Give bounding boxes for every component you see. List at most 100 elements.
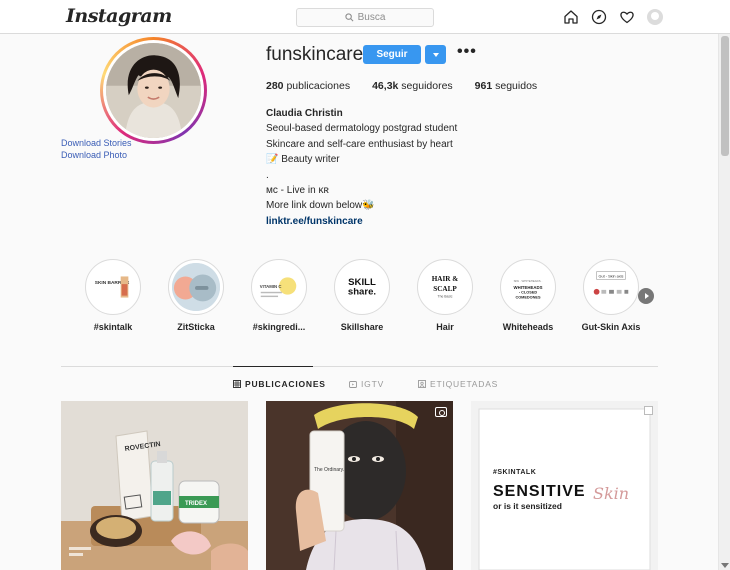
highlight-cover-image [172, 263, 220, 311]
post-thumbnail[interactable]: #SKINTALK SENSITIVE Skin or is it sensit… [471, 401, 658, 570]
home-icon[interactable] [563, 9, 579, 25]
highlight-skillshare[interactable]: SKILL share. Skillshare [322, 259, 402, 332]
grid-icon [233, 380, 241, 388]
top-navigation-bar: Instagram Busca [0, 0, 730, 34]
chevron-down-icon [432, 52, 439, 57]
svg-text:Skin: Skin [593, 484, 629, 503]
bio-line: Skincare and self-care enthusiast by hea… [266, 138, 453, 150]
highlight-cover: SKIN BARRIER [85, 259, 141, 315]
svg-text:VITAMIN C: VITAMIN C [260, 284, 282, 289]
nav-icon-group [563, 9, 663, 25]
highlight-label: ZitSticka [177, 322, 215, 332]
bio-full-name: Claudia Christin [266, 108, 343, 119]
igtv-icon [349, 381, 357, 388]
multi-photo-icon [644, 406, 653, 415]
following-count: 961 [474, 80, 493, 92]
svg-text:SENSITIVE: SENSITIVE [493, 483, 586, 500]
svg-text:TRIDEX: TRIDEX [185, 501, 207, 507]
activity-heart-icon[interactable] [619, 9, 635, 25]
profile-bio: Claudia Christin Seoul-based dermatology… [266, 106, 457, 229]
followers-stat[interactable]: 46,3k seguidores [372, 80, 453, 92]
tab-label: IGTV [361, 379, 385, 389]
explore-compass-icon[interactable] [591, 9, 607, 25]
posts-label: publicaciones [286, 80, 351, 92]
tag-icon [418, 380, 426, 388]
scrollbar-thumb[interactable] [721, 36, 729, 156]
instagram-profile-page: Instagram Busca Download Stories Downloa… [0, 0, 730, 570]
highlight-skintalk[interactable]: SKIN BARRIER #skintalk [73, 259, 153, 332]
download-stories-link[interactable]: Download Stories [61, 138, 132, 150]
post-image-sensitive-skin-card: #SKINTALK SENSITIVE Skin or is it sensit… [471, 401, 658, 570]
svg-text:COMEDONES: COMEDONES [515, 296, 541, 300]
highlight-label: Skillshare [340, 322, 384, 332]
igtv-video-icon [435, 407, 447, 417]
tab-igtv[interactable]: IGTV [349, 379, 384, 389]
post-thumbnail[interactable]: ROVECTIN TRIDEX [61, 401, 248, 570]
download-photo-link[interactable]: Download Photo [61, 150, 132, 162]
svg-text:The Basic: The Basic [438, 295, 453, 299]
search-placeholder: Busca [357, 12, 386, 23]
highlight-hair[interactable]: HAIR & SCALP The Basic Hair [405, 259, 485, 332]
following-stat[interactable]: 961 seguidos [475, 80, 537, 92]
highlight-cover [168, 259, 224, 315]
svg-text:share.: share. [348, 287, 376, 298]
follow-button[interactable]: Seguir [363, 45, 421, 64]
tabs-divider [61, 366, 658, 367]
download-links: Download Stories Download Photo [61, 138, 132, 161]
highlight-cover: Gut - Skin axis [583, 259, 639, 315]
suggested-accounts-dropdown-button[interactable] [425, 45, 446, 64]
bio-line: ᴍᴄ - Live in ᴋʀ [266, 185, 329, 197]
highlight-cover: SKILL share. [334, 259, 390, 315]
highlight-label: Hair [436, 322, 454, 332]
tab-etiquetadas[interactable]: ETIQUETADAS [418, 379, 498, 389]
highlight-cover-image: SKIN BARRIER [95, 276, 130, 298]
highlight-cover-image: Gut - Skin axis [593, 271, 629, 295]
svg-text:WHITEHEADS: WHITEHEADS [514, 285, 543, 290]
svg-text:Gut - Skin axis: Gut - Skin axis [599, 274, 624, 278]
more-options-button[interactable]: ••• [457, 44, 477, 60]
svg-text:- CLOSED: - CLOSED [519, 291, 538, 295]
highlight-label: #skingredi... [252, 322, 306, 332]
followers-label: seguidores [401, 80, 453, 92]
posts-count: 280 [266, 80, 284, 92]
profile-stats: 280 publicaciones 46,3k seguidores 961 s… [266, 80, 537, 92]
bio-line: 📝 Beauty writer [266, 154, 340, 166]
highlight-cover-image: HAIR & SCALP The Basic [432, 275, 459, 299]
followers-count: 46,3k [372, 80, 399, 92]
profile-photo [106, 43, 201, 138]
highlight-label: #skintalk [93, 322, 133, 332]
highlight-label: Whiteheads [502, 322, 554, 332]
svg-text:HAIR &: HAIR & [432, 275, 459, 283]
highlight-cover: SPA · WHITEHEADS · WHITEHEADS - CLOSED C… [500, 259, 556, 315]
scroll-down-arrow-icon[interactable] [721, 563, 729, 568]
post-thumbnail[interactable]: The Ordinary. [266, 401, 453, 570]
chevron-right-icon [644, 293, 649, 299]
following-label: seguidos [495, 80, 538, 92]
highlight-label: Gut-Skin Axis [581, 322, 641, 332]
highlights-next-button[interactable] [638, 288, 654, 304]
svg-text:SCALP: SCALP [433, 285, 457, 293]
post-image-face-mask: The Ordinary. [266, 401, 453, 570]
bio-line: . [266, 169, 269, 181]
tab-label: PUBLICACIONES [245, 379, 326, 389]
profile-avatar[interactable] [100, 37, 207, 144]
highlight-cover: HAIR & SCALP The Basic [417, 259, 473, 315]
search-icon [344, 13, 354, 22]
highlight-cover-image: VITAMIN C [260, 277, 297, 298]
bio-line: Seoul-based dermatology postgrad student [266, 123, 458, 135]
vertical-scrollbar[interactable] [718, 34, 730, 570]
profile-avatar-small[interactable] [647, 9, 663, 25]
post-image-skincare-products: ROVECTIN TRIDEX [61, 401, 248, 570]
search-input[interactable]: Busca [296, 8, 434, 27]
profile-photo-illustration [106, 43, 201, 138]
svg-text:#SKINTALK: #SKINTALK [493, 469, 536, 476]
highlight-zitsticka[interactable]: ZitSticka [156, 259, 236, 332]
svg-text:The Ordinary.: The Ordinary. [314, 467, 344, 473]
highlight-cover-image: SKILL share. [348, 277, 376, 298]
highlight-whiteheads[interactable]: SPA · WHITEHEADS · WHITEHEADS - CLOSED C… [488, 259, 568, 332]
tab-label: ETIQUETADAS [430, 379, 499, 389]
tab-publicaciones[interactable]: PUBLICACIONES [233, 379, 326, 389]
highlight-skingredients[interactable]: VITAMIN C #skingredi... [239, 259, 319, 332]
bio-external-link[interactable]: linktr.ee/funskincare [266, 214, 457, 229]
instagram-logo[interactable]: Instagram [66, 5, 172, 27]
